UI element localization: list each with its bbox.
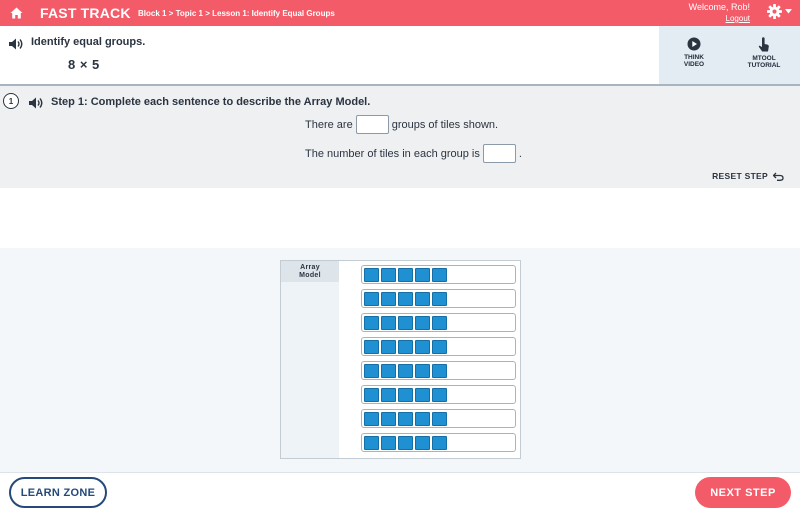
question-area: Identify equal groups. 8 × 5 THINK VIDEO… — [0, 26, 800, 84]
array-tile — [364, 411, 379, 426]
array-tile — [381, 267, 396, 282]
array-model-label: Array Model — [281, 261, 339, 282]
array-label-line2: Model — [299, 272, 321, 279]
array-tile — [432, 267, 447, 282]
array-tile — [398, 387, 413, 402]
groups-answer-input[interactable] — [355, 115, 389, 134]
mtool-tutorial-label-1: MTOOL — [752, 55, 776, 62]
think-video-button[interactable]: THINK VIDEO — [659, 26, 729, 84]
step-audio-button[interactable] — [29, 96, 44, 114]
array-tile — [398, 315, 413, 330]
array-tile — [432, 291, 447, 306]
array-tile — [381, 339, 396, 354]
top-bar: FAST TRACK Block 1 > Topic 1 > Lesson 1:… — [0, 0, 800, 26]
array-group-row — [361, 337, 516, 356]
question-audio-button[interactable] — [9, 37, 24, 55]
tools-panel: THINK VIDEO MTOOL TUTORIAL — [659, 26, 800, 84]
logout-link[interactable]: Logout — [689, 13, 750, 24]
app-brand: FAST TRACK — [40, 5, 131, 21]
array-tile — [364, 363, 379, 378]
array-tile — [415, 267, 430, 282]
array-tile — [364, 315, 379, 330]
array-tile — [398, 411, 413, 426]
array-tile — [398, 339, 413, 354]
array-tile — [415, 435, 430, 450]
array-model-panel: Array Model — [280, 260, 521, 459]
array-tile — [398, 363, 413, 378]
think-video-label-1: THINK — [684, 54, 704, 61]
step-panel: 1 Step 1: Complete each sentence to desc… — [0, 86, 800, 188]
array-group-row — [361, 361, 516, 380]
step-number-badge: 1 — [3, 93, 19, 109]
array-tile — [381, 411, 396, 426]
home-button[interactable] — [0, 0, 32, 26]
sentence1-after: groups of tiles shown. — [391, 118, 499, 131]
array-tile — [432, 411, 447, 426]
welcome-text: Welcome, Rob! — [688, 2, 750, 12]
array-tile — [398, 291, 413, 306]
tiles-answer-input[interactable] — [482, 144, 516, 163]
array-tile — [381, 435, 396, 450]
array-tile — [398, 267, 413, 282]
learn-zone-button[interactable]: LEARN ZONE — [9, 477, 107, 508]
array-tile — [381, 315, 396, 330]
gear-icon — [767, 4, 782, 19]
speaker-icon — [29, 97, 43, 109]
array-tile — [415, 411, 430, 426]
array-tile — [364, 267, 379, 282]
array-tile — [432, 387, 447, 402]
question-prompt: Identify equal groups. — [31, 36, 146, 48]
array-tile — [364, 339, 379, 354]
array-tile — [415, 315, 430, 330]
think-video-label-2: VIDEO — [683, 61, 705, 68]
breadcrumb[interactable]: Block 1 > Topic 1 > Lesson 1: Identify E… — [138, 9, 335, 18]
array-tile — [432, 363, 447, 378]
array-tile — [398, 435, 413, 450]
question-expression: 8 × 5 — [68, 57, 100, 72]
sentence2-after: . — [518, 147, 522, 160]
home-icon — [10, 7, 22, 19]
work-area: Array Model — [0, 248, 800, 472]
step-title: Step 1: Complete each sentence to descri… — [51, 96, 371, 108]
array-tile — [432, 339, 447, 354]
array-tile — [364, 387, 379, 402]
sentence-groups: There are groups of tiles shown. — [305, 115, 498, 134]
array-tile — [432, 315, 447, 330]
sentence1-before: There are — [305, 118, 353, 131]
next-step-button[interactable]: NEXT STEP — [695, 477, 791, 508]
array-group-row — [361, 289, 516, 308]
footer-bar: LEARN ZONE NEXT STEP — [0, 472, 800, 510]
array-tile — [381, 291, 396, 306]
array-group-row — [361, 433, 516, 452]
mtool-tutorial-label-2: TUTORIAL — [747, 62, 781, 69]
array-group-row — [361, 265, 516, 284]
array-tile — [364, 435, 379, 450]
undo-icon — [773, 172, 784, 181]
array-group-row — [361, 409, 516, 428]
array-side-strip — [281, 282, 339, 458]
array-tile — [415, 339, 430, 354]
settings-button[interactable] — [767, 4, 792, 19]
array-group-row — [361, 385, 516, 404]
array-rows — [361, 265, 516, 457]
array-tile — [415, 291, 430, 306]
array-group-row — [361, 313, 516, 332]
array-tile — [415, 387, 430, 402]
sentence2-before: The number of tiles in each group is — [305, 147, 480, 160]
sentence-tiles-per-group: The number of tiles in each group is . — [305, 144, 522, 163]
reset-step-button[interactable]: RESET STEP — [712, 171, 784, 181]
array-tile — [415, 363, 430, 378]
array-tile — [432, 435, 447, 450]
tap-hand-icon — [758, 37, 769, 52]
play-icon — [687, 37, 701, 51]
array-tile — [381, 387, 396, 402]
caret-down-icon — [785, 9, 792, 14]
array-tile — [381, 363, 396, 378]
mtool-tutorial-button[interactable]: MTOOL TUTORIAL — [729, 26, 799, 84]
array-label-line1: Array — [300, 264, 320, 271]
speaker-icon — [9, 38, 23, 50]
welcome-area: Welcome, Rob! Logout — [689, 2, 750, 24]
reset-step-label: RESET STEP — [712, 171, 768, 181]
array-tile — [364, 291, 379, 306]
